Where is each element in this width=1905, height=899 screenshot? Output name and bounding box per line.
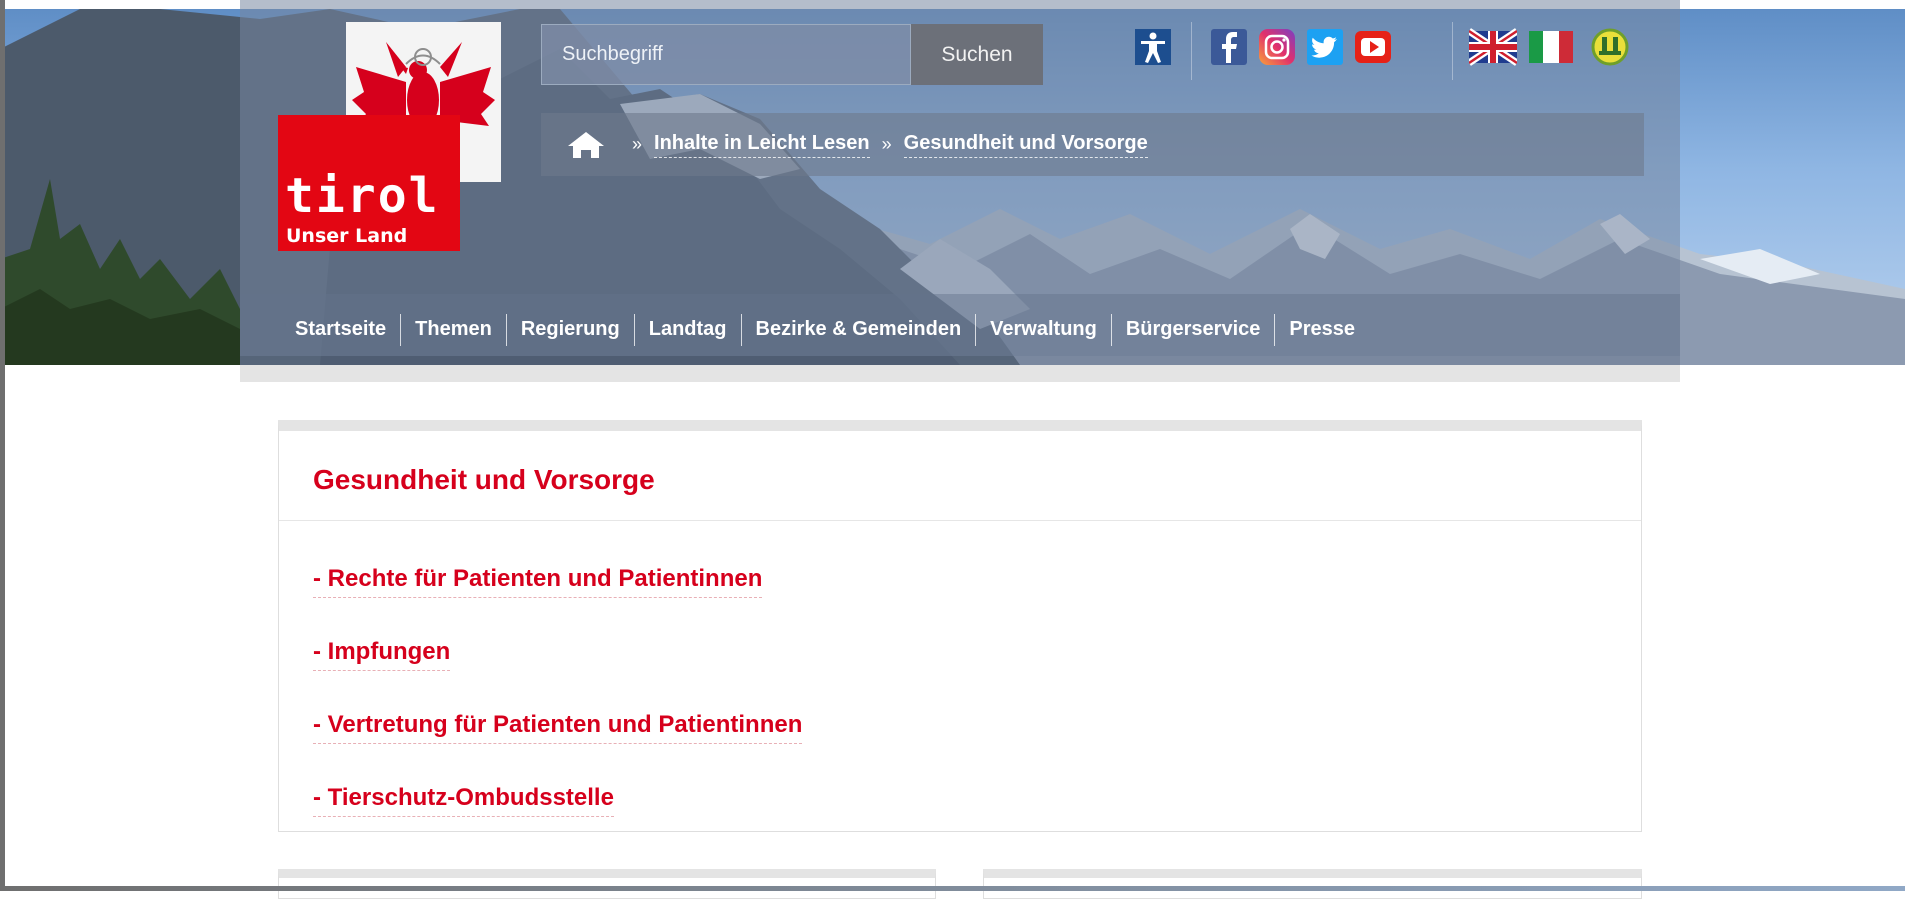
link-tierschutz-ombudsstelle[interactable]: - Tierschutz-Ombudsstelle xyxy=(313,784,614,817)
link-patientenrechte[interactable]: - Rechte für Patienten und Patientinnen xyxy=(313,565,763,598)
accessibility-icon[interactable] xyxy=(1133,27,1173,67)
instagram-icon[interactable] xyxy=(1257,27,1297,67)
search-input[interactable] xyxy=(541,24,911,85)
window-border xyxy=(0,0,5,891)
home-icon[interactable] xyxy=(566,131,606,159)
uk-flag-icon[interactable] xyxy=(1467,27,1519,67)
breadcrumb-item-leicht-lesen[interactable]: Inhalte in Leicht Lesen xyxy=(654,132,870,158)
nav-item-buergerservice[interactable]: Bürgerservice xyxy=(1126,318,1261,341)
italy-flag-icon[interactable] xyxy=(1527,27,1575,67)
link-impfungen[interactable]: - Impfungen xyxy=(313,638,451,671)
nav-separator xyxy=(400,313,402,346)
main-nav: Startseite Themen Regierung Landtag Bezi… xyxy=(240,294,1680,365)
logo-tagline: Unser Land xyxy=(286,225,408,247)
card-divider xyxy=(279,520,1641,521)
breadcrumb-separator: » xyxy=(881,134,892,154)
link-patientenvertretung[interactable]: - Vertretung für Patienten und Patientin… xyxy=(313,711,803,744)
nav-separator xyxy=(505,313,507,346)
nav-item-startseite[interactable]: Startseite xyxy=(295,318,386,341)
breadcrumb-item-current[interactable]: Gesundheit und Vorsorge xyxy=(903,132,1148,158)
nav-item-bezirke-gemeinden[interactable]: Bezirke & Gemeinden xyxy=(756,318,962,341)
nav-item-regierung[interactable]: Regierung xyxy=(521,318,620,341)
nav-separator xyxy=(1110,313,1112,346)
twitter-icon[interactable] xyxy=(1305,27,1345,67)
nav-item-landtag[interactable]: Landtag xyxy=(649,318,727,341)
facebook-icon[interactable] xyxy=(1209,27,1249,67)
nav-separator xyxy=(1274,313,1276,346)
logo-wordmark: tirol xyxy=(285,168,440,224)
icon-divider xyxy=(1452,22,1453,80)
easy-language-icon[interactable] xyxy=(1590,27,1630,67)
window-border xyxy=(0,886,1905,891)
nav-item-verwaltung[interactable]: Verwaltung xyxy=(990,318,1097,341)
nav-separator xyxy=(633,313,635,346)
sub-card-left xyxy=(278,869,936,899)
nav-item-themen[interactable]: Themen xyxy=(415,318,492,341)
youtube-icon[interactable] xyxy=(1353,27,1393,67)
icon-divider xyxy=(1191,22,1192,80)
page-title: Gesundheit und Vorsorge xyxy=(313,464,655,495)
nav-separator xyxy=(740,313,742,346)
header-shadow xyxy=(240,365,1680,382)
content-card: Gesundheit und Vorsorge - Rechte für Pat… xyxy=(278,420,1642,832)
search-button[interactable]: Suchen xyxy=(911,24,1043,85)
nav-separator xyxy=(975,313,977,346)
sub-card-right xyxy=(983,869,1642,899)
breadcrumb-separator: » xyxy=(632,134,643,154)
nav-item-presse[interactable]: Presse xyxy=(1289,318,1355,341)
breadcrumb: » Inhalte in Leicht Lesen » Gesundheit u… xyxy=(541,113,1644,176)
